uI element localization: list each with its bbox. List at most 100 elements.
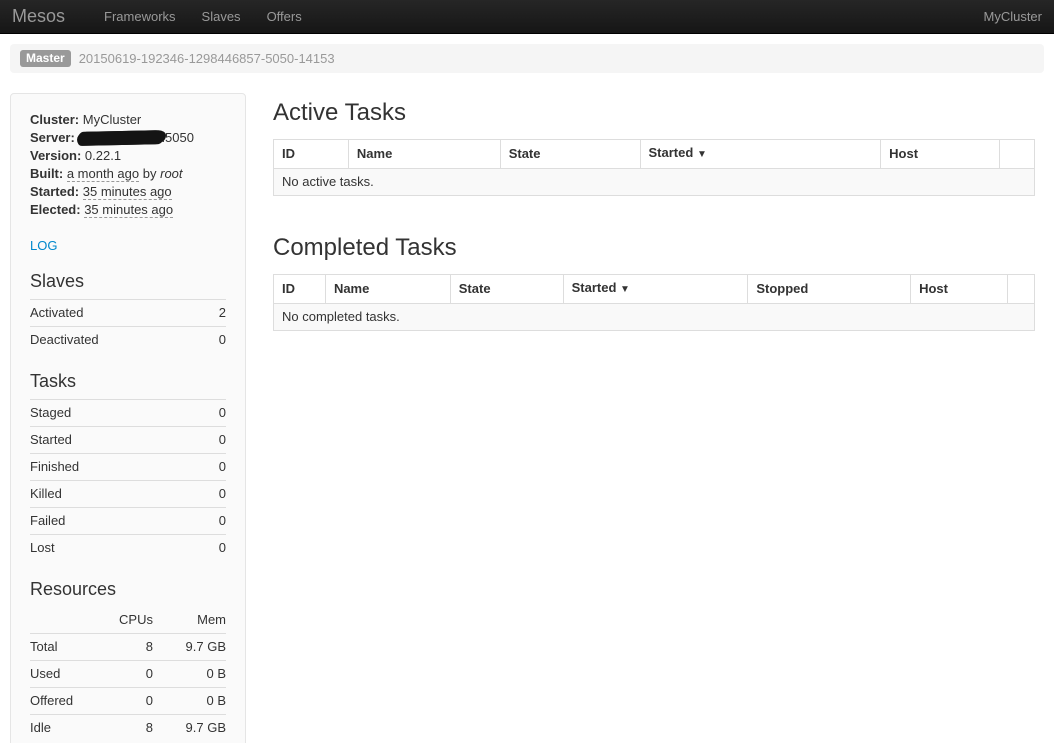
- breadcrumb: Master 20150619-192346-1298446857-5050-1…: [10, 44, 1044, 73]
- slaves-heading: Slaves: [30, 270, 226, 292]
- cluster-label: Cluster:: [30, 112, 79, 127]
- slaves-activated-value: 2: [207, 300, 226, 327]
- navbar-cluster-name: MyCluster: [983, 9, 1042, 24]
- active-col-state[interactable]: State: [500, 140, 640, 169]
- built-time: a month ago: [67, 166, 139, 182]
- slaves-deactivated-label: Deactivated: [30, 327, 207, 354]
- slaves-activated-label: Activated: [30, 300, 207, 327]
- table-header-row: ID Name State Started ▼ Stopped Host: [274, 275, 1035, 304]
- resources-offered-label: Offered: [30, 688, 90, 715]
- info-started: Started: 35 minutes ago: [30, 183, 226, 201]
- completed-col-host[interactable]: Host: [911, 275, 1008, 304]
- resources-idle-label: Idle: [30, 715, 90, 742]
- resources-idle-mem: 9.7 GB: [153, 715, 226, 742]
- completed-col-id[interactable]: ID: [274, 275, 326, 304]
- started-label: Started:: [30, 184, 79, 199]
- tasks-table: Staged 0 Started 0 Finished 0 Killed 0: [30, 399, 226, 561]
- table-row: Deactivated 0: [30, 327, 226, 354]
- table-row: No completed tasks.: [274, 304, 1035, 331]
- resources-used-mem: 0 B: [153, 661, 226, 688]
- tasks-failed-label: Failed: [30, 508, 201, 535]
- elected-label: Elected:: [30, 202, 81, 217]
- sort-desc-icon: ▼: [620, 284, 630, 295]
- tasks-finished-value: 0: [201, 454, 226, 481]
- active-col-host[interactable]: Host: [881, 140, 1000, 169]
- tasks-finished-label: Finished: [30, 454, 201, 481]
- sort-desc-icon: ▼: [697, 149, 707, 160]
- tasks-started-label: Started: [30, 427, 201, 454]
- tasks-heading: Tasks: [30, 370, 226, 392]
- table-row: Lost 0: [30, 535, 226, 562]
- active-tasks-heading: Active Tasks: [273, 98, 1035, 128]
- resources-total-cpus: 8: [90, 634, 153, 661]
- log-link[interactable]: LOG: [30, 238, 57, 253]
- resources-table: CPUs Mem Total 8 9.7 GB Used 0 0 B: [30, 607, 226, 741]
- info-built: Built: a month ago by root: [30, 165, 226, 183]
- completed-col-state[interactable]: State: [450, 275, 563, 304]
- brand-mesos-link[interactable]: Mesos: [12, 6, 65, 27]
- sidebar: Cluster: MyCluster Server: :5050 Version…: [10, 93, 246, 743]
- active-tasks-empty-message: No active tasks.: [274, 169, 1035, 196]
- table-row: CPUs Mem: [30, 607, 226, 634]
- completed-tasks-heading: Completed Tasks: [273, 233, 1035, 263]
- completed-col-name[interactable]: Name: [325, 275, 450, 304]
- tasks-killed-label: Killed: [30, 481, 201, 508]
- info-server: Server: :5050: [30, 129, 226, 147]
- table-header-row: ID Name State Started ▼ Host: [274, 140, 1035, 169]
- resources-offered-cpus: 0: [90, 688, 153, 715]
- active-col-actions: [1000, 140, 1035, 169]
- elected-value: 35 minutes ago: [84, 202, 173, 218]
- nav-offers[interactable]: Offers: [254, 9, 315, 24]
- tasks-failed-value: 0: [201, 508, 226, 535]
- table-row: Staged 0: [30, 400, 226, 427]
- server-port: :5050: [161, 130, 194, 145]
- slaves-deactivated-value: 0: [207, 327, 226, 354]
- table-row: Activated 2: [30, 300, 226, 327]
- server-label: Server:: [30, 130, 75, 145]
- resources-used-label: Used: [30, 661, 90, 688]
- table-row: No active tasks.: [274, 169, 1035, 196]
- completed-tasks-empty-message: No completed tasks.: [274, 304, 1035, 331]
- table-row: Offered 0 0 B: [30, 688, 226, 715]
- active-col-started[interactable]: Started ▼: [640, 140, 881, 169]
- version-label: Version:: [30, 148, 81, 163]
- resources-cpus-header: CPUs: [90, 607, 153, 634]
- table-row: Killed 0: [30, 481, 226, 508]
- main-content: Active Tasks ID Name State Started ▼ Hos…: [273, 93, 1035, 331]
- info-cluster: Cluster: MyCluster: [30, 111, 226, 129]
- completed-col-started-label: Started: [572, 280, 617, 295]
- table-row: Failed 0: [30, 508, 226, 535]
- completed-col-stopped[interactable]: Stopped: [748, 275, 911, 304]
- tasks-lost-label: Lost: [30, 535, 201, 562]
- tasks-killed-value: 0: [201, 481, 226, 508]
- content-area: Cluster: MyCluster Server: :5050 Version…: [0, 93, 1054, 743]
- completed-col-actions: [1007, 275, 1034, 304]
- table-row: Idle 8 9.7 GB: [30, 715, 226, 742]
- table-row: Started 0: [30, 427, 226, 454]
- resources-idle-cpus: 8: [90, 715, 153, 742]
- completed-col-started[interactable]: Started ▼: [563, 275, 748, 304]
- version-value: 0.22.1: [85, 148, 121, 163]
- resources-empty-header: [30, 607, 90, 634]
- resources-total-mem: 9.7 GB: [153, 634, 226, 661]
- tasks-lost-value: 0: [201, 535, 226, 562]
- master-id: 20150619-192346-1298446857-5050-14153: [79, 51, 335, 66]
- nav-slaves[interactable]: Slaves: [189, 9, 254, 24]
- table-row: Total 8 9.7 GB: [30, 634, 226, 661]
- active-col-name[interactable]: Name: [348, 140, 500, 169]
- cluster-value: MyCluster: [83, 112, 142, 127]
- active-col-id[interactable]: ID: [274, 140, 349, 169]
- resources-offered-mem: 0 B: [153, 688, 226, 715]
- top-navbar: Mesos Frameworks Slaves Offers MyCluster: [0, 0, 1054, 34]
- master-badge: Master: [20, 50, 71, 67]
- resources-mem-header: Mem: [153, 607, 226, 634]
- info-elected: Elected: 35 minutes ago: [30, 201, 226, 219]
- built-by: by: [143, 166, 157, 181]
- built-label: Built:: [30, 166, 63, 181]
- table-row: Finished 0: [30, 454, 226, 481]
- tasks-staged-value: 0: [201, 400, 226, 427]
- nav-frameworks[interactable]: Frameworks: [91, 9, 189, 24]
- master-info-panel: Cluster: MyCluster Server: :5050 Version…: [10, 93, 246, 743]
- completed-tasks-table: ID Name State Started ▼ Stopped Host No …: [273, 274, 1035, 331]
- tasks-staged-label: Staged: [30, 400, 201, 427]
